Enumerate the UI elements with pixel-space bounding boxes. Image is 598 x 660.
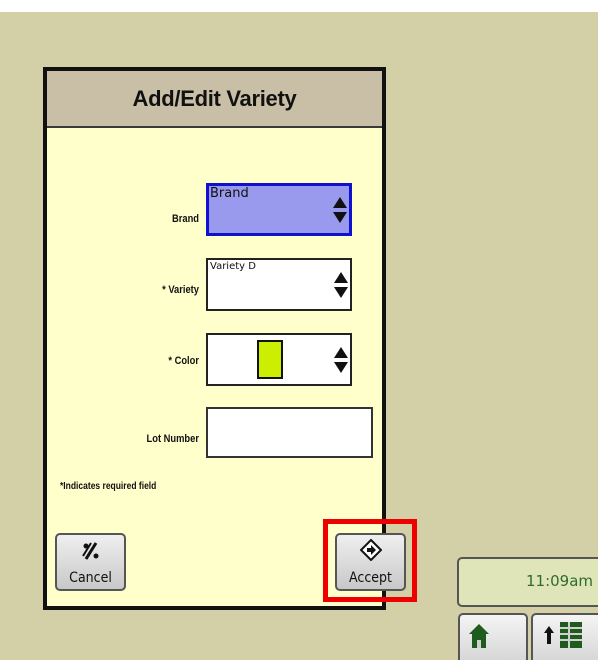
- up-arrow-icon: [543, 625, 555, 650]
- variety-spinner-icon[interactable]: [333, 270, 349, 300]
- variety-label: * Variety: [162, 284, 199, 296]
- lot-number-label: Lot Number: [146, 433, 199, 445]
- dialog-title: Add/Edit Variety: [132, 85, 297, 111]
- top-strip: [0, 0, 598, 12]
- home-icon: [468, 623, 490, 654]
- cancel-icon: [81, 541, 101, 566]
- dialog-header: Add/Edit Variety: [47, 71, 382, 128]
- clock-panel: 11:09am: [457, 557, 598, 607]
- variety-select[interactable]: Variety D: [206, 258, 352, 311]
- brand-select-value: Brand: [210, 186, 249, 201]
- menu-grid-icon: [559, 621, 583, 654]
- variety-select-value: Variety D: [210, 261, 256, 272]
- required-field-note: *Indicates required field: [60, 481, 157, 492]
- cancel-button[interactable]: Cancel: [55, 533, 126, 591]
- brand-spinner-icon[interactable]: [332, 195, 348, 225]
- brand-select[interactable]: Brand: [206, 183, 352, 236]
- color-select[interactable]: [206, 333, 352, 386]
- lot-number-input[interactable]: [206, 407, 373, 458]
- brand-label: Brand: [171, 213, 199, 225]
- color-label: * Color: [168, 355, 199, 367]
- cancel-button-label: Cancel: [69, 570, 112, 586]
- home-button[interactable]: [458, 613, 528, 660]
- color-swatch: [257, 340, 283, 379]
- color-spinner-icon[interactable]: [333, 345, 349, 375]
- clock-time: 11:09am: [526, 572, 594, 590]
- accept-highlight-box: [323, 519, 417, 602]
- page-menu-button[interactable]: [531, 613, 598, 660]
